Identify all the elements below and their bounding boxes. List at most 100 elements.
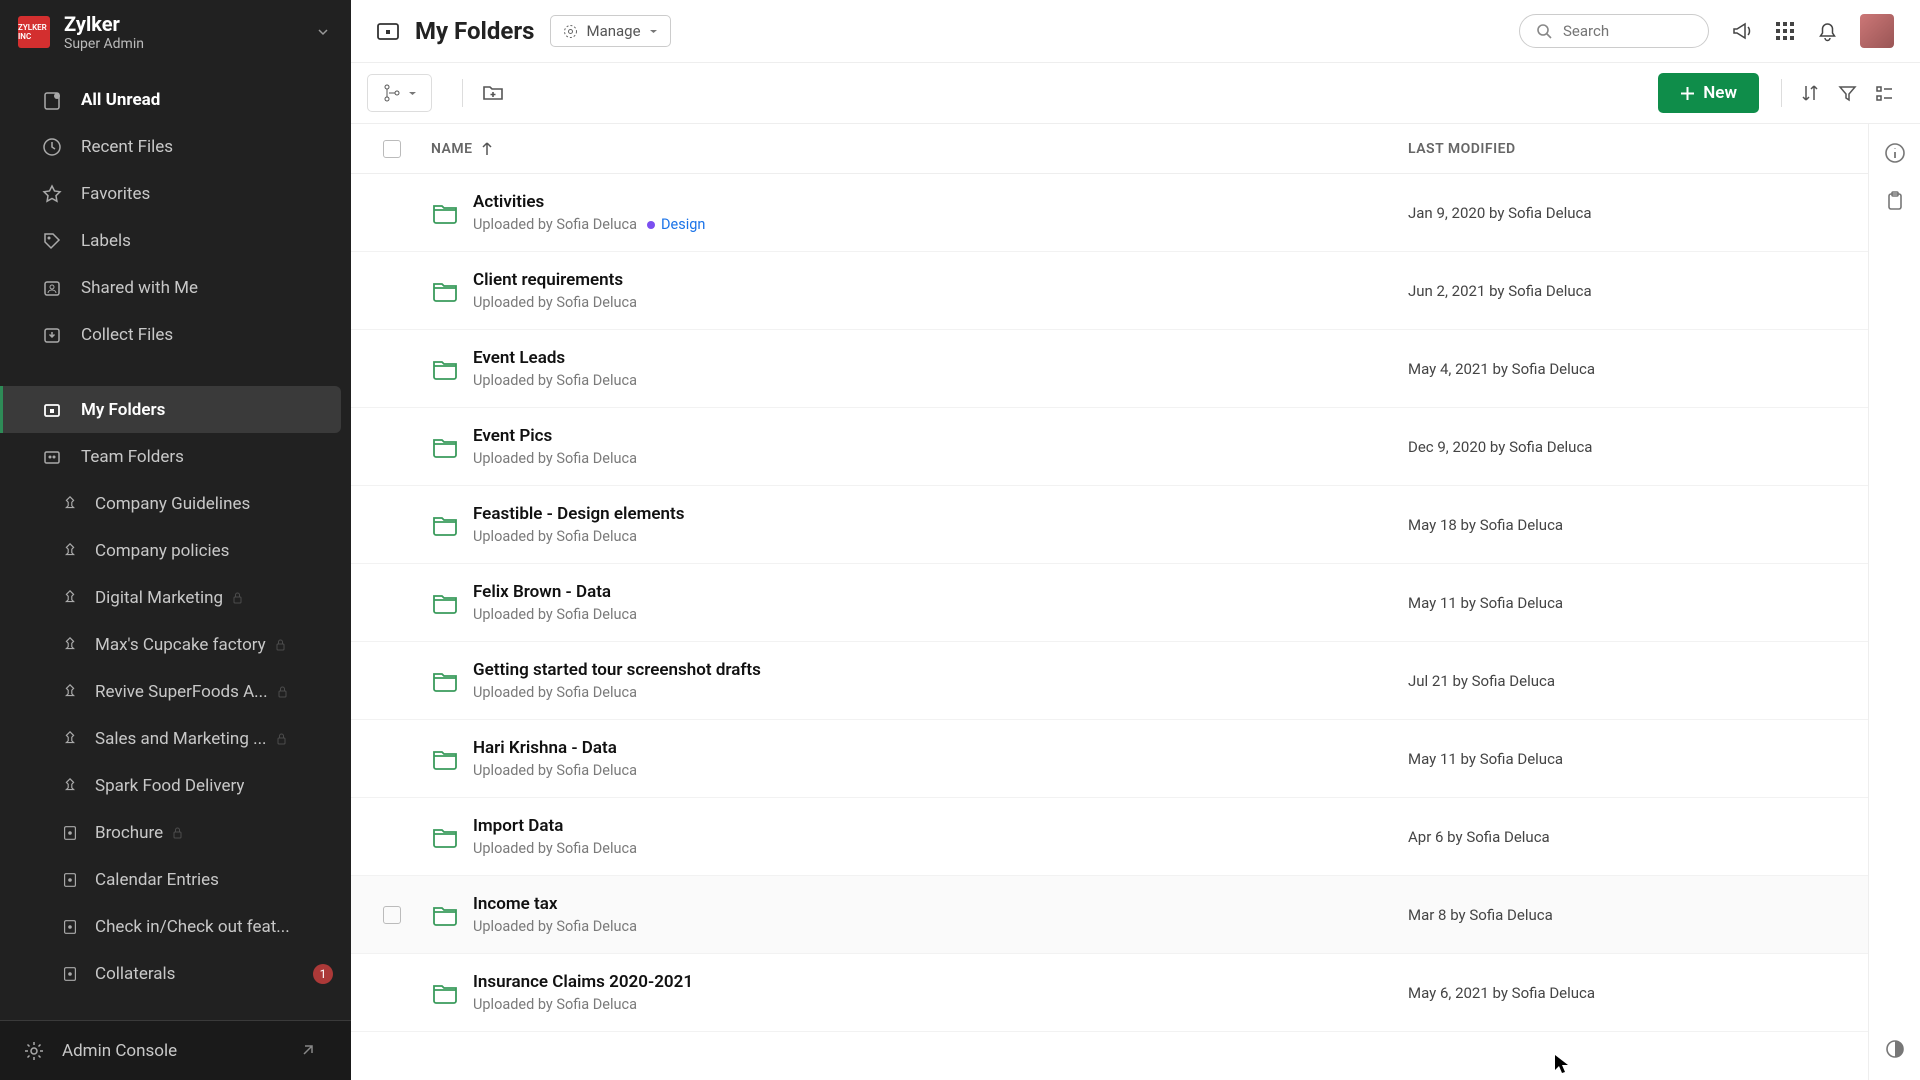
sidebar-item-brochure[interactable]: Brochure bbox=[0, 809, 351, 856]
sidebar-item-recent-files[interactable]: Recent Files bbox=[0, 123, 351, 170]
tree-view-button[interactable] bbox=[367, 74, 432, 112]
sidebar-item-label: Company Guidelines bbox=[95, 494, 250, 514]
folder-icon bbox=[431, 199, 473, 227]
last-modified: May 11 by Sofia Deluca bbox=[1408, 750, 1848, 768]
new-folder-button[interactable] bbox=[481, 81, 505, 105]
folder-name: Felix Brown - Data bbox=[473, 582, 1408, 602]
pin-icon bbox=[59, 681, 81, 703]
uploaded-by: Uploaded by Sofia Deluca bbox=[473, 996, 637, 1013]
folder-row[interactable]: ActivitiesUploaded by Sofia DelucaDesign… bbox=[351, 174, 1868, 252]
folder-name: Event Pics bbox=[473, 426, 1408, 446]
folder-name: Getting started tour screenshot drafts bbox=[473, 660, 1408, 680]
sidebar-item-check-in-out[interactable]: Check in/Check out feat... bbox=[0, 903, 351, 950]
info-icon[interactable] bbox=[1884, 142, 1906, 164]
filter-icon[interactable] bbox=[1838, 84, 1857, 103]
sidebar-item-shared-with-me[interactable]: Shared with Me bbox=[0, 264, 351, 311]
sidebar-item-company-policies[interactable]: Company policies bbox=[0, 527, 351, 574]
manage-label: Manage bbox=[586, 22, 640, 40]
sidebar-item-my-folders[interactable]: My Folders bbox=[0, 386, 341, 433]
folder-row[interactable]: Getting started tour screenshot draftsUp… bbox=[351, 642, 1868, 720]
doc-icon bbox=[59, 869, 81, 891]
sidebar-item-spark-food[interactable]: Spark Food Delivery bbox=[0, 762, 351, 809]
sidebar-item-calendar-entries[interactable]: Calendar Entries bbox=[0, 856, 351, 903]
pin-icon bbox=[59, 493, 81, 515]
sidebar-item-revive-superfoods[interactable]: Revive SuperFoods A... bbox=[0, 668, 351, 715]
manage-button[interactable]: Manage bbox=[550, 15, 670, 47]
admin-console[interactable]: Admin Console bbox=[0, 1020, 351, 1080]
plus-icon bbox=[1680, 86, 1695, 101]
team-folders-icon bbox=[41, 446, 63, 468]
folder-row[interactable]: Income taxUploaded by Sofia DelucaMar 8 … bbox=[351, 876, 1868, 954]
folder-row[interactable]: Hari Krishna - DataUploaded by Sofia Del… bbox=[351, 720, 1868, 798]
folder-name: Import Data bbox=[473, 816, 1408, 836]
column-last-modified[interactable]: LAST MODIFIED bbox=[1408, 141, 1848, 157]
last-modified: May 18 by Sofia Deluca bbox=[1408, 516, 1848, 534]
lock-icon bbox=[274, 638, 287, 651]
new-button[interactable]: New bbox=[1658, 73, 1759, 113]
sidebar-item-maxs-cupcake[interactable]: Max's Cupcake factory bbox=[0, 621, 351, 668]
sidebar-item-all-unread[interactable]: All Unread bbox=[0, 76, 351, 123]
sidebar-item-labels[interactable]: Labels bbox=[0, 217, 351, 264]
folder-row[interactable]: Felix Brown - DataUploaded by Sofia Delu… bbox=[351, 564, 1868, 642]
doc-icon bbox=[59, 822, 81, 844]
last-modified: Mar 8 by Sofia Deluca bbox=[1408, 906, 1848, 924]
folder-row[interactable]: Event PicsUploaded by Sofia DelucaDec 9,… bbox=[351, 408, 1868, 486]
theme-toggle-icon[interactable] bbox=[1884, 1038, 1906, 1060]
clipboard-icon[interactable] bbox=[1884, 190, 1906, 212]
external-link-icon bbox=[299, 1043, 315, 1059]
apps-icon[interactable] bbox=[1775, 21, 1795, 41]
org-name: Zylker bbox=[64, 12, 144, 36]
last-modified: May 4, 2021 by Sofia Deluca bbox=[1408, 360, 1848, 378]
folder-icon bbox=[431, 511, 473, 539]
folder-row[interactable]: Insurance Claims 2020-2021Uploaded by So… bbox=[351, 954, 1868, 1032]
sidebar-item-digital-marketing[interactable]: Digital Marketing bbox=[0, 574, 351, 621]
sidebar-item-label: Collect Files bbox=[81, 325, 173, 345]
sidebar-item-collaterals[interactable]: Collaterals1 bbox=[0, 950, 351, 997]
sidebar-item-label: Max's Cupcake factory bbox=[95, 635, 266, 655]
column-name[interactable]: NAME bbox=[431, 141, 1408, 157]
search-icon bbox=[1536, 23, 1553, 40]
select-all-checkbox[interactable] bbox=[383, 140, 401, 158]
page-title: My Folders bbox=[415, 17, 534, 45]
sidebar-item-team-folders[interactable]: Team Folders bbox=[0, 433, 351, 480]
separator bbox=[462, 79, 463, 107]
sidebar-item-favorites[interactable]: Favorites bbox=[0, 170, 351, 217]
mouse-cursor bbox=[1554, 1054, 1570, 1074]
last-modified: Dec 9, 2020 by Sofia Deluca bbox=[1408, 438, 1848, 456]
last-modified: Apr 6 by Sofia Deluca bbox=[1408, 828, 1848, 846]
folder-row[interactable]: Client requirementsUploaded by Sofia Del… bbox=[351, 252, 1868, 330]
sort-asc-icon bbox=[481, 142, 493, 156]
folder-icon bbox=[431, 355, 473, 383]
new-label: New bbox=[1703, 83, 1737, 103]
folder-icon bbox=[431, 979, 473, 1007]
avatar[interactable] bbox=[1860, 14, 1894, 48]
separator bbox=[1781, 79, 1782, 107]
org-switcher[interactable]: ZYLKER INC Zylker Super Admin bbox=[0, 0, 351, 64]
gear-icon bbox=[24, 1041, 44, 1061]
pin-icon bbox=[59, 634, 81, 656]
folder-row[interactable]: Import DataUploaded by Sofia DelucaApr 6… bbox=[351, 798, 1868, 876]
sidebar: ZYLKER INC Zylker Super Admin All Unread… bbox=[0, 0, 351, 1080]
nav: All UnreadRecent FilesFavoritesLabelsSha… bbox=[0, 64, 351, 1020]
bell-icon[interactable] bbox=[1817, 21, 1838, 42]
tag[interactable]: Design bbox=[647, 216, 705, 233]
folder-row[interactable]: Event LeadsUploaded by Sofia DelucaMay 4… bbox=[351, 330, 1868, 408]
folder-row[interactable]: Feastible - Design elementsUploaded by S… bbox=[351, 486, 1868, 564]
sort-icon[interactable] bbox=[1800, 83, 1820, 103]
labels-icon bbox=[41, 230, 63, 252]
sidebar-item-label: Spark Food Delivery bbox=[95, 776, 244, 796]
sidebar-item-sales-marketing[interactable]: Sales and Marketing ... bbox=[0, 715, 351, 762]
announce-icon[interactable] bbox=[1731, 20, 1753, 42]
recent-files-icon bbox=[41, 136, 63, 158]
search-box[interactable] bbox=[1519, 14, 1709, 48]
sidebar-item-collect-files[interactable]: Collect Files bbox=[0, 311, 351, 358]
layout-icon[interactable] bbox=[1875, 84, 1894, 103]
folder-icon bbox=[431, 901, 473, 929]
sidebar-item-company-guidelines[interactable]: Company Guidelines bbox=[0, 480, 351, 527]
right-rail bbox=[1868, 124, 1920, 1080]
sidebar-item-label: Revive SuperFoods A... bbox=[95, 682, 268, 702]
folder-icon bbox=[431, 433, 473, 461]
lock-icon bbox=[171, 826, 184, 839]
search-input[interactable] bbox=[1563, 22, 1692, 40]
row-checkbox[interactable] bbox=[383, 906, 401, 924]
